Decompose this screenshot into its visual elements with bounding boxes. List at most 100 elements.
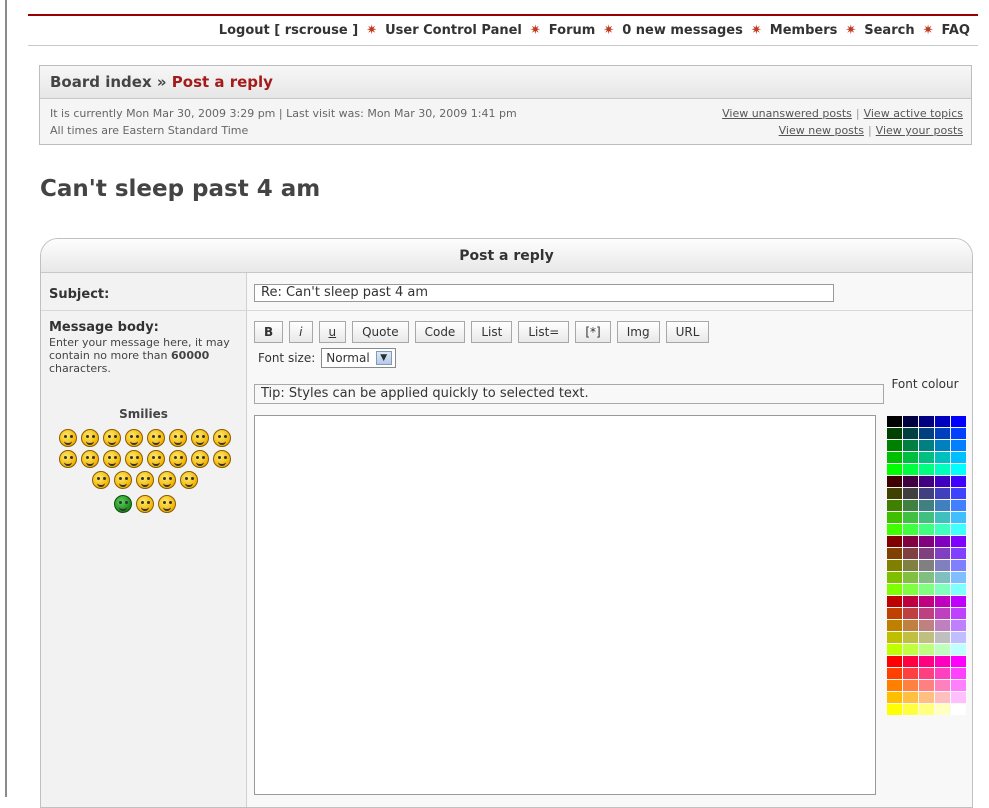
colour-swatch[interactable] [951,620,966,631]
colour-swatch[interactable] [919,620,934,631]
colour-swatch[interactable] [903,452,918,463]
embarrassed-icon[interactable] [125,450,143,468]
colour-swatch[interactable] [887,548,902,559]
exclaim-icon[interactable] [92,471,110,489]
colour-swatch[interactable] [951,560,966,571]
colour-swatch[interactable] [919,668,934,679]
bbcode-button[interactable]: Code [414,321,466,343]
logout-link[interactable]: Logout [ rscrouse ] [219,23,358,38]
colour-swatch[interactable] [951,608,966,619]
bbcode-button[interactable]: u [318,321,347,343]
uber-geek-icon[interactable] [158,495,176,513]
colour-swatch[interactable] [903,584,918,595]
bbcode-button[interactable]: [*] [575,321,611,343]
bbcode-button[interactable]: i [289,321,313,343]
colour-swatch[interactable] [935,536,950,547]
twisted-evil-icon[interactable] [191,450,209,468]
colour-swatch[interactable] [951,596,966,607]
view-active-topics-link[interactable]: View active topics [864,107,963,120]
colour-swatch[interactable] [951,452,966,463]
colour-swatch[interactable] [887,644,902,655]
colour-swatch[interactable] [903,644,918,655]
colour-swatch[interactable] [903,548,918,559]
colour-swatch[interactable] [951,464,966,475]
colour-swatch[interactable] [935,416,950,427]
colour-swatch[interactable] [887,584,902,595]
colour-swatch[interactable] [935,464,950,475]
colour-swatch[interactable] [935,500,950,511]
colour-swatch[interactable] [887,608,902,619]
question-icon[interactable] [114,471,132,489]
colour-swatch[interactable] [935,488,950,499]
colour-swatch[interactable] [951,644,966,655]
colour-swatch[interactable] [935,632,950,643]
colour-swatch[interactable] [919,548,934,559]
colour-swatch[interactable] [919,704,934,715]
colour-swatch[interactable] [935,428,950,439]
colour-swatch[interactable] [951,524,966,535]
colour-swatch[interactable] [887,704,902,715]
colour-swatch[interactable] [935,608,950,619]
colour-swatch[interactable] [951,500,966,511]
colour-swatch[interactable] [887,512,902,523]
colour-swatch[interactable] [903,416,918,427]
bbcode-button[interactable]: List [471,321,513,343]
colour-swatch[interactable] [935,572,950,583]
colour-swatch[interactable] [935,452,950,463]
colour-swatch[interactable] [951,548,966,559]
search-link[interactable]: Search [864,23,914,38]
arrow-icon[interactable] [158,471,176,489]
members-link[interactable]: Members [770,23,838,38]
user-control-panel-link[interactable]: User Control Panel [385,23,522,38]
colour-swatch[interactable] [935,512,950,523]
colour-swatch[interactable] [919,464,934,475]
colour-swatch[interactable] [935,644,950,655]
colour-swatch[interactable] [903,608,918,619]
colour-swatch[interactable] [887,416,902,427]
idea-icon[interactable] [136,471,154,489]
colour-swatch[interactable] [887,500,902,511]
colour-swatch[interactable] [919,416,934,427]
wink-icon[interactable] [103,429,121,447]
colour-swatch[interactable] [919,452,934,463]
colour-swatch[interactable] [887,536,902,547]
colour-swatch[interactable] [903,656,918,667]
colour-swatch[interactable] [903,488,918,499]
colour-swatch[interactable] [887,524,902,535]
colour-swatch[interactable] [903,500,918,511]
colour-swatch[interactable] [935,440,950,451]
mr-green-icon[interactable] [114,495,132,513]
mad-icon[interactable] [81,450,99,468]
colour-swatch[interactable] [887,476,902,487]
colour-swatch[interactable] [935,704,950,715]
colour-swatch[interactable] [951,416,966,427]
colour-swatch[interactable] [935,692,950,703]
colour-swatch[interactable] [935,620,950,631]
colour-swatch[interactable] [951,668,966,679]
colour-swatch[interactable] [935,656,950,667]
colour-swatch[interactable] [919,608,934,619]
forum-link[interactable]: Forum [549,23,596,38]
crying-icon[interactable] [147,450,165,468]
colour-swatch[interactable] [887,680,902,691]
neutral-icon[interactable] [180,471,198,489]
bbcode-button[interactable]: URL [665,321,710,343]
colour-swatch[interactable] [951,488,966,499]
view-new-posts-link[interactable]: View new posts [779,124,864,137]
colour-swatch[interactable] [951,536,966,547]
colour-swatch[interactable] [903,512,918,523]
colour-swatch[interactable] [903,536,918,547]
colour-swatch[interactable] [903,428,918,439]
colour-swatch[interactable] [919,680,934,691]
surprised-icon[interactable] [147,429,165,447]
bbcode-button[interactable]: List= [518,321,570,343]
colour-swatch[interactable] [887,560,902,571]
colour-swatch[interactable] [887,440,902,451]
colour-swatch[interactable] [887,428,902,439]
colour-swatch[interactable] [903,704,918,715]
faq-link[interactable]: FAQ [941,23,970,38]
colour-swatch[interactable] [903,476,918,487]
colour-swatch[interactable] [919,632,934,643]
colour-swatch[interactable] [919,524,934,535]
colour-swatch[interactable] [935,548,950,559]
